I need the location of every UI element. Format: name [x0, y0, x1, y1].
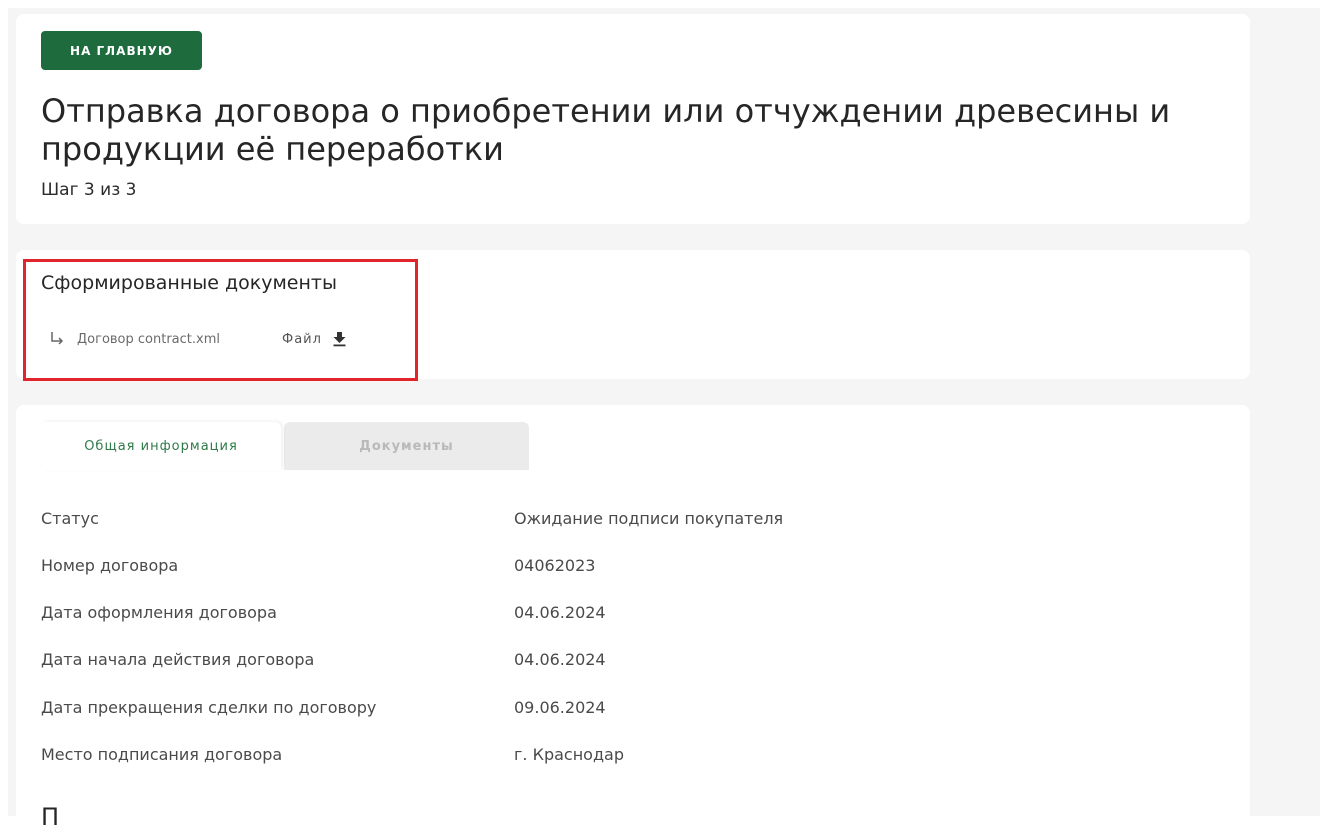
download-file-link[interactable]: Файл	[282, 328, 347, 350]
info-value: 04.06.2024	[514, 603, 606, 622]
step-indicator: Шаг 3 из 3	[41, 180, 137, 200]
info-label: Номер договора	[41, 556, 179, 575]
info-value: 04.06.2024	[514, 650, 606, 669]
info-value: Ожидание подписи покупателя	[514, 509, 784, 528]
home-button[interactable]: НА ГЛАВНУЮ	[41, 31, 202, 70]
info-row-start-date: Дата начала действия договора 04.06.2024	[41, 650, 1221, 674]
subdirectory-arrow-icon	[51, 332, 64, 345]
tab-general-info[interactable]: Общая информация	[41, 422, 281, 470]
info-value: г. Краснодар	[514, 745, 624, 764]
info-label: Дата оформления договора	[41, 603, 277, 622]
info-value: 09.06.2024	[514, 698, 606, 717]
info-row-signing-place: Место подписания договора г. Краснодар	[41, 745, 1221, 769]
info-row-status: Статус Ожидание подписи покупателя	[41, 509, 1221, 533]
info-label: Статус	[41, 509, 99, 528]
info-row-contract-number: Номер договора 04062023	[41, 556, 1221, 580]
info-value: 04062023	[514, 556, 596, 575]
info-label: Дата прекращения сделки по договору	[41, 698, 377, 717]
document-item: Договор contract.xml	[48, 328, 220, 350]
generated-documents-title: Сформированные документы	[41, 272, 337, 294]
info-row-end-date: Дата прекращения сделки по договору 09.0…	[41, 698, 1221, 722]
file-label: Файл	[282, 331, 322, 347]
next-section-heading: П	[41, 803, 60, 831]
info-label: Дата начала действия договора	[41, 650, 315, 669]
tab-documents[interactable]: Документы	[284, 422, 529, 470]
download-icon	[333, 332, 346, 347]
header-card: НА ГЛАВНУЮ Отправка договора о приобрете…	[16, 14, 1250, 224]
generated-documents-card: Сформированные документы Договор contrac…	[16, 250, 1250, 379]
info-row-contract-date: Дата оформления договора 04.06.2024	[41, 603, 1221, 627]
document-name: Договор contract.xml	[77, 331, 220, 347]
info-label: Место подписания договора	[41, 745, 283, 764]
page-title: Отправка договора о приобретении или отч…	[41, 92, 1171, 168]
info-card: Документы Общая информация Статус Ожидан…	[16, 405, 1250, 831]
